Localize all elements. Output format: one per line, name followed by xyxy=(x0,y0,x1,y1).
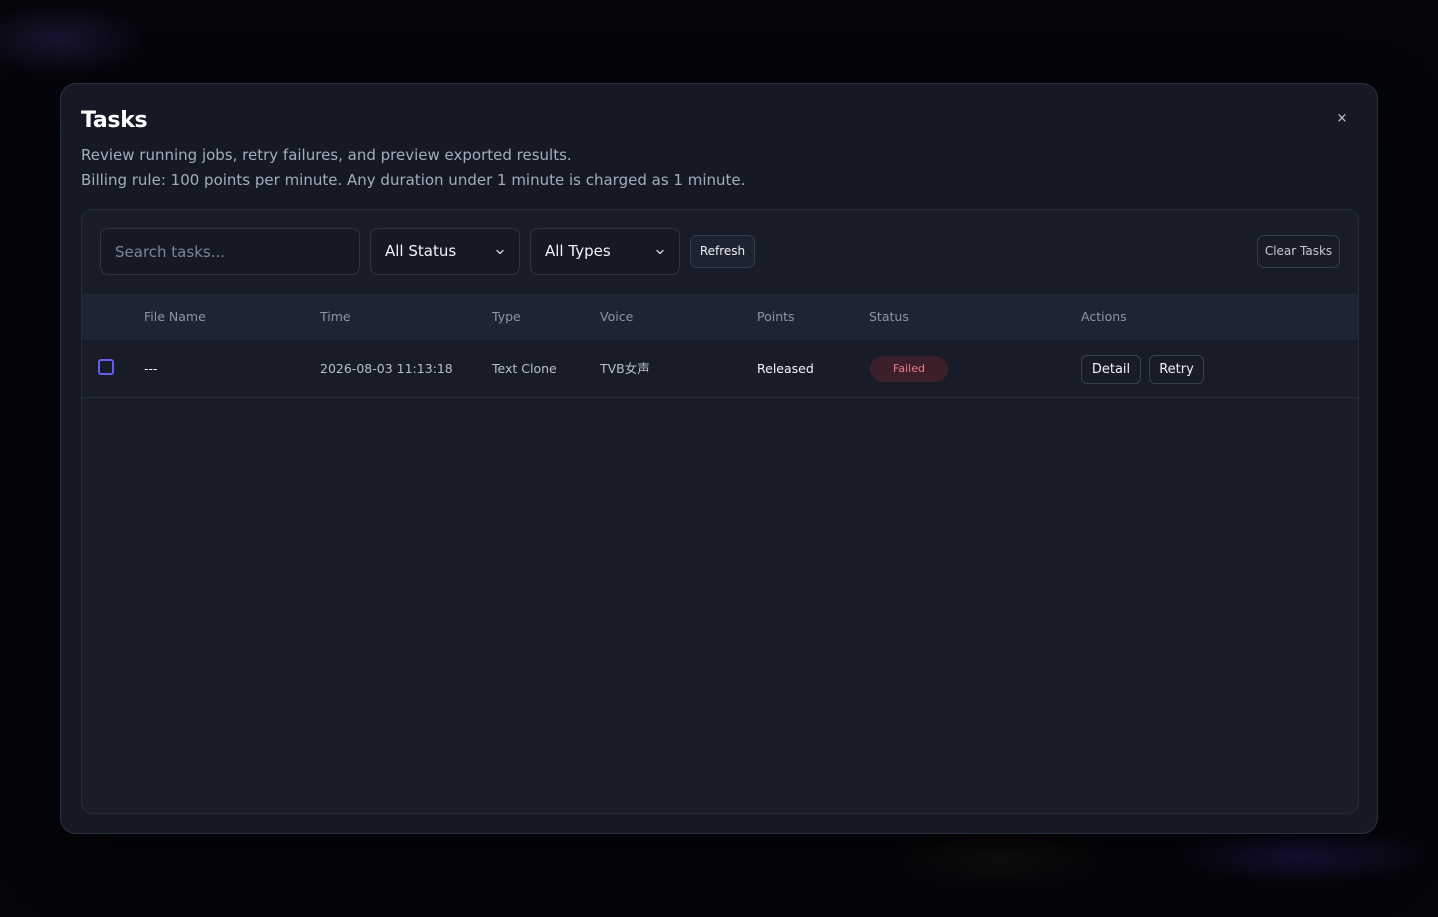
status-badge: Failed xyxy=(870,356,948,382)
column-header-type: Type xyxy=(492,309,521,324)
tasks-panel: All Status All Types Refresh Clear Tasks… xyxy=(81,209,1359,814)
tasks-modal: Tasks Review running jobs, retry failure… xyxy=(60,83,1378,834)
type-filter-select[interactable]: All Types xyxy=(530,228,680,275)
column-header-file-name: File Name xyxy=(144,309,206,324)
cell-time: 2026-08-03 11:13:18 xyxy=(320,361,453,376)
cell-voice: TVB女声 xyxy=(600,361,650,376)
cell-file-name: --- xyxy=(144,361,158,376)
chevron-down-icon xyxy=(656,249,664,255)
modal-description: Review running jobs, retry failures, and… xyxy=(81,146,572,164)
table-row: --- 2026-08-03 11:13:18 Text Clone TVB女声… xyxy=(82,340,1358,398)
column-header-actions: Actions xyxy=(1081,309,1127,324)
close-icon[interactable]: × xyxy=(1332,109,1352,129)
column-header-time: Time xyxy=(320,309,351,324)
cell-type: Text Clone xyxy=(492,361,557,376)
chevron-down-icon xyxy=(496,249,504,255)
refresh-button[interactable]: Refresh xyxy=(690,235,755,268)
status-filter-value: All Status xyxy=(385,242,457,260)
type-filter-value: All Types xyxy=(545,242,611,260)
retry-button[interactable]: Retry xyxy=(1149,355,1204,384)
modal-title: Tasks xyxy=(81,108,148,133)
clear-tasks-button[interactable]: Clear Tasks xyxy=(1257,235,1340,268)
search-input[interactable] xyxy=(100,228,360,275)
column-header-status: Status xyxy=(869,309,909,324)
table-header: File Name Time Type Voice Points Status … xyxy=(82,294,1358,340)
billing-rule-text: Billing rule: 100 points per minute. Any… xyxy=(81,171,746,189)
column-header-points: Points xyxy=(757,309,795,324)
detail-button[interactable]: Detail xyxy=(1081,355,1141,384)
status-filter-select[interactable]: All Status xyxy=(370,228,520,275)
cell-points: Released xyxy=(757,361,814,376)
row-checkbox[interactable] xyxy=(98,359,114,375)
column-header-voice: Voice xyxy=(600,309,634,324)
